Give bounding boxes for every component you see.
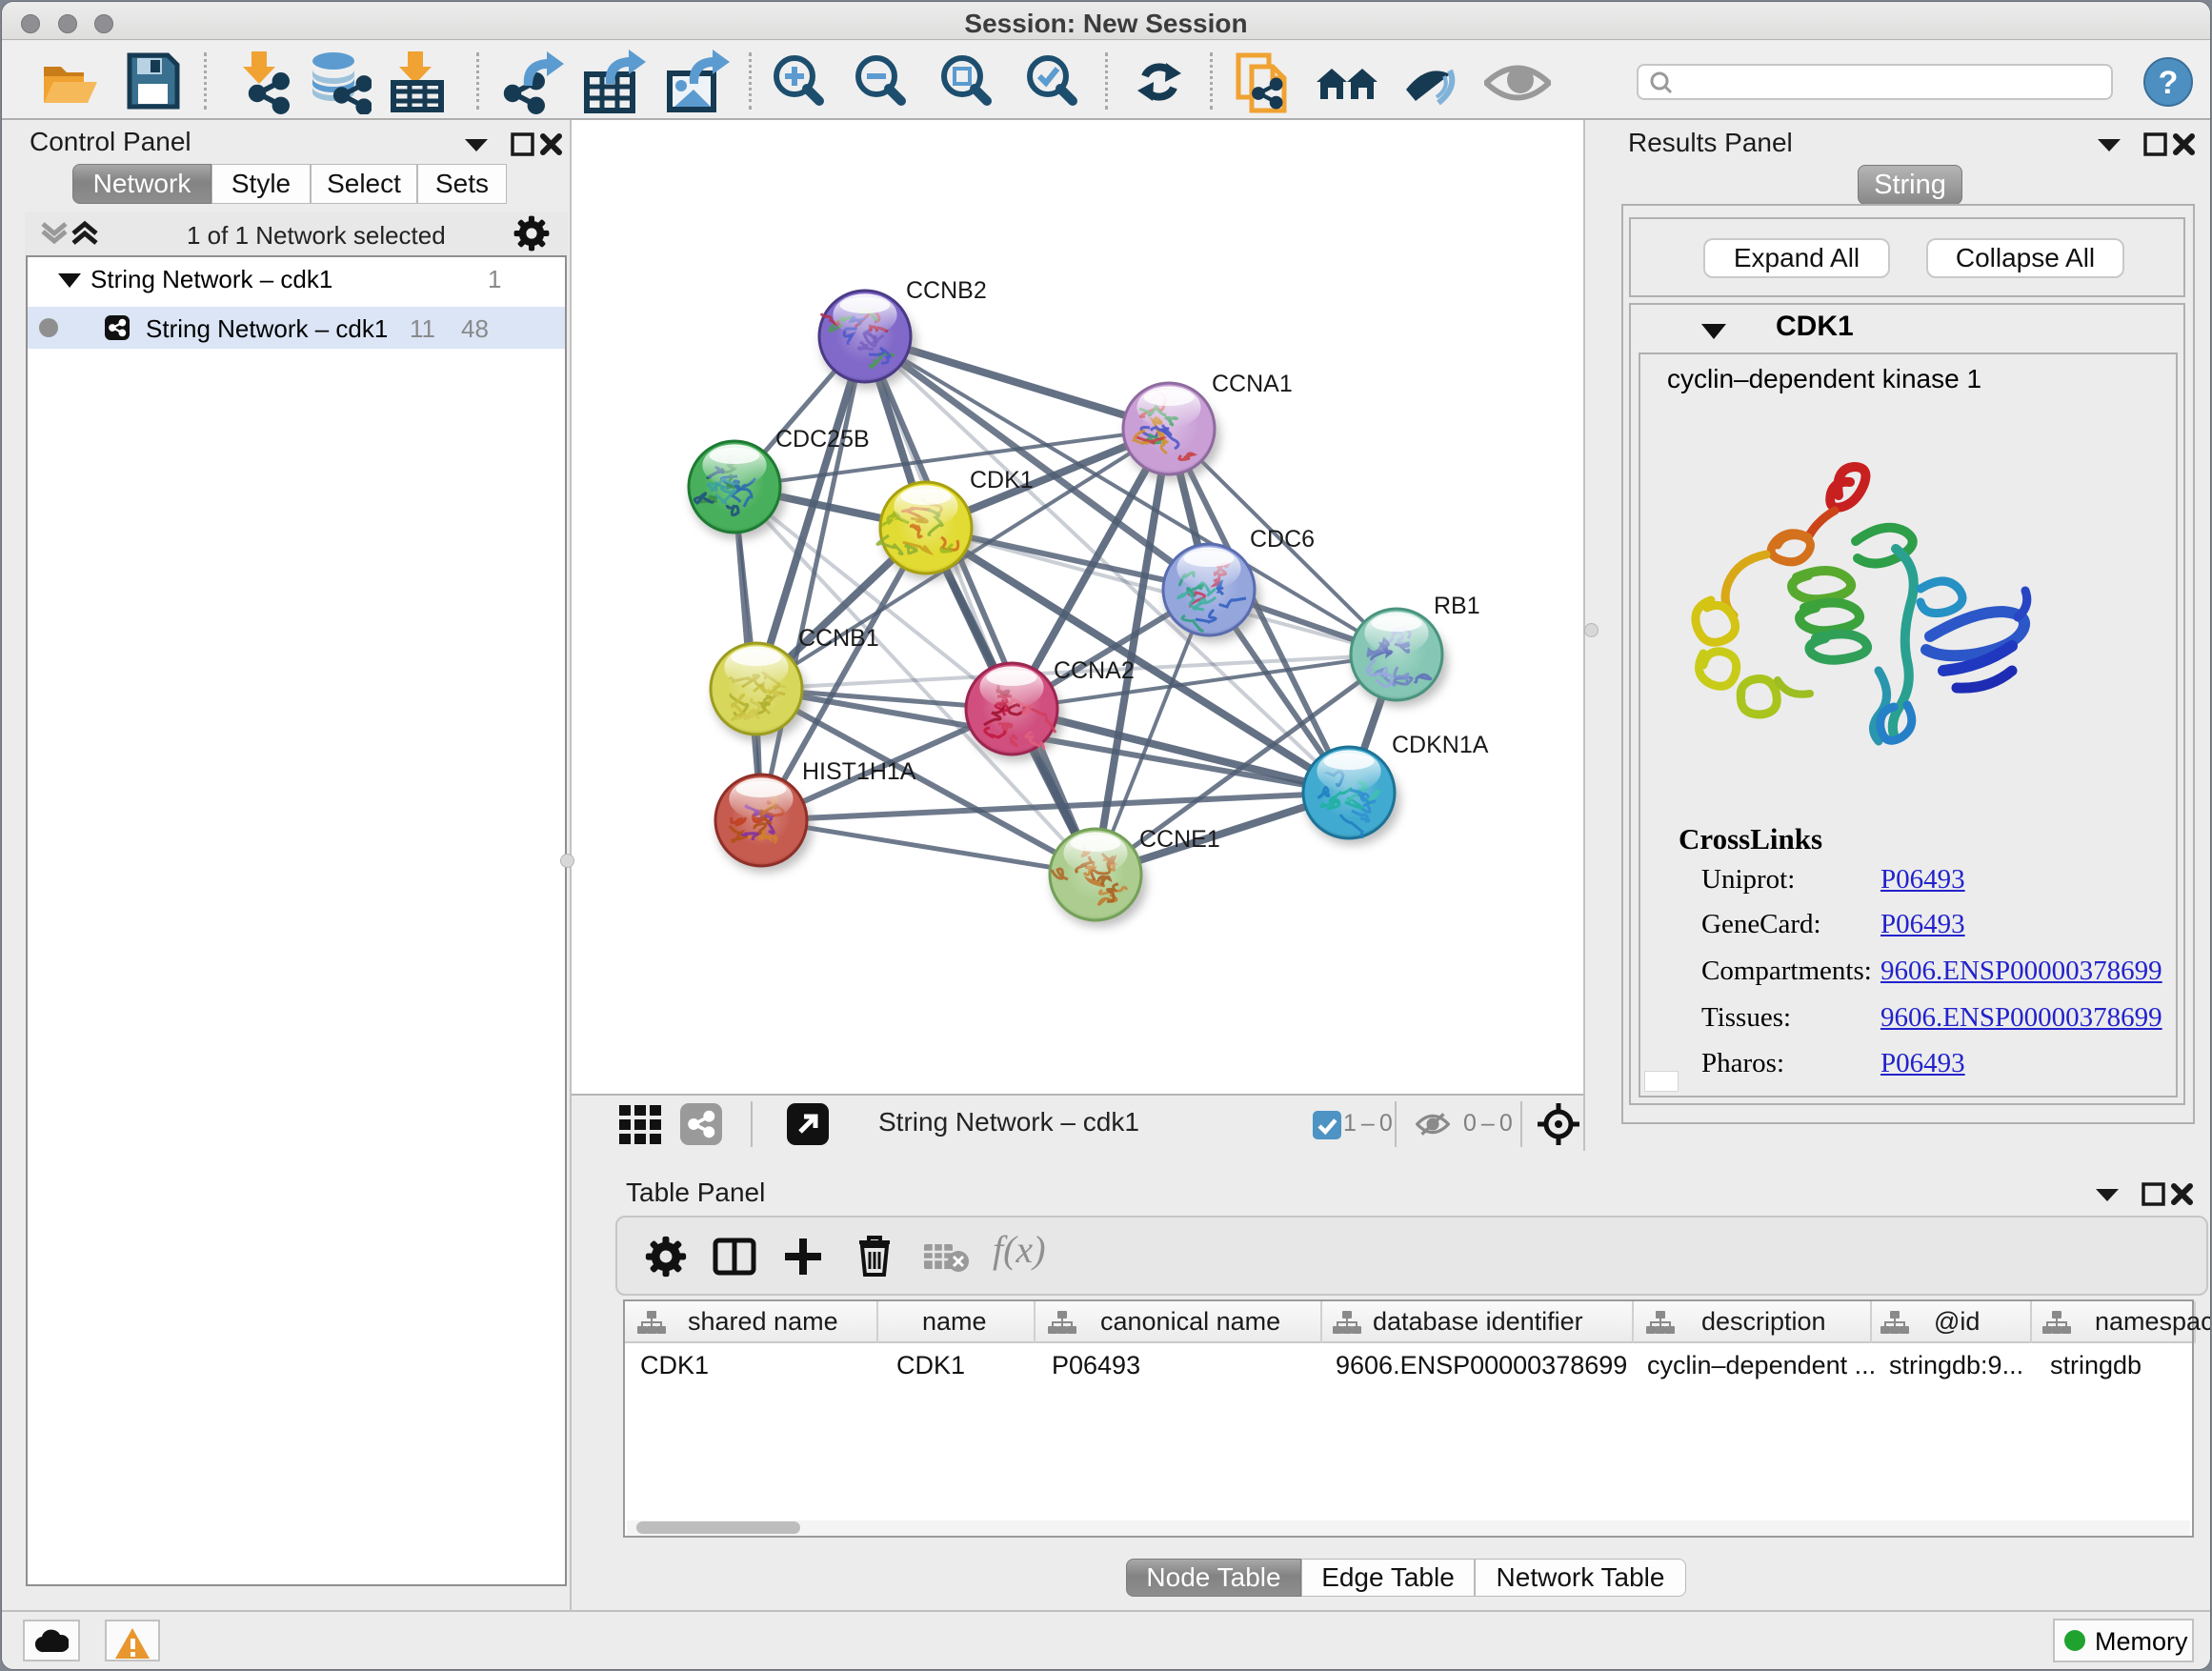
svg-text:CCNB1: CCNB1 (798, 625, 879, 652)
svg-text:CCNA1: CCNA1 (1212, 371, 1293, 397)
svg-text:CCNA2: CCNA2 (1054, 657, 1135, 684)
svg-text:RB1: RB1 (1434, 593, 1480, 619)
svg-text:CDC6: CDC6 (1250, 526, 1315, 553)
svg-text:CDKN1A: CDKN1A (1392, 732, 1489, 758)
svg-text:CCNE1: CCNE1 (1139, 826, 1220, 853)
svg-text:HIST1H1A: HIST1H1A (802, 758, 916, 785)
svg-text:CDK1: CDK1 (970, 467, 1034, 493)
svg-text:CDC25B: CDC25B (775, 426, 870, 453)
svg-text:CCNB2: CCNB2 (906, 277, 987, 304)
svg-text:?: ? (2159, 65, 2179, 101)
